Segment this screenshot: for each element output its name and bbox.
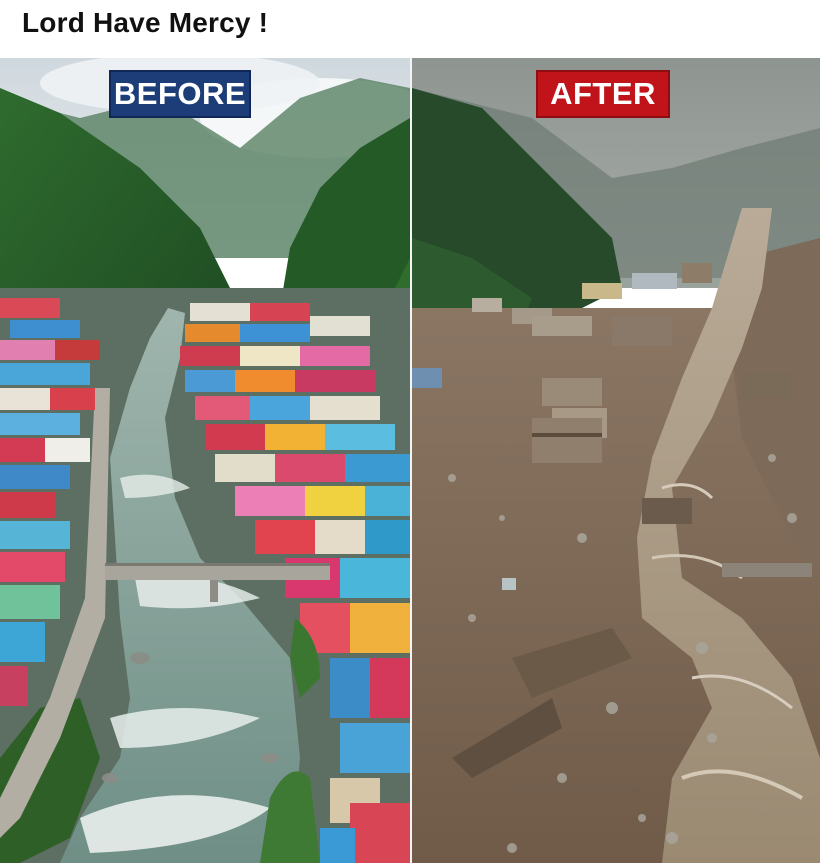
after-photo-panel: AFTER — [412, 58, 820, 863]
after-label: AFTER — [536, 70, 670, 118]
before-label: BEFORE — [109, 70, 251, 118]
after-broken-bridge — [722, 563, 812, 577]
before-after-photo: BEFORE AFTER — [0, 58, 820, 863]
after-scene — [412, 58, 820, 863]
before-scene — [0, 58, 410, 863]
before-bridge — [105, 566, 330, 580]
post-title: Lord Have Mercy ! — [22, 7, 269, 38]
before-photo-panel: BEFORE — [0, 58, 410, 863]
